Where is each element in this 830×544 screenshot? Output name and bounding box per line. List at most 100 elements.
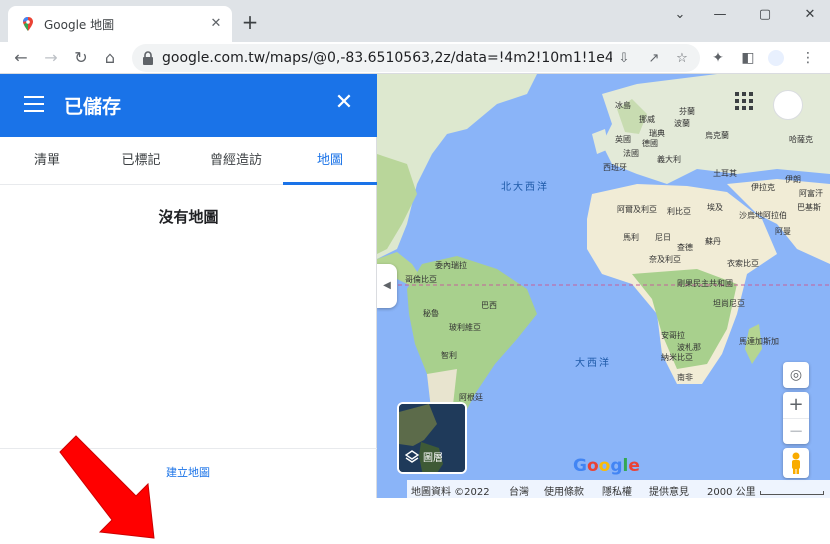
ocean-label-atlantic: 大西洋 — [575, 358, 611, 369]
menu-kebab-icon[interactable]: ⋮ — [800, 50, 816, 66]
zoom-in-button[interactable]: + — [783, 392, 809, 418]
my-location-icon[interactable]: ◎ — [783, 362, 809, 388]
place-label[interactable]: 波札那 — [677, 342, 701, 353]
place-label[interactable]: 阿爾及利亞 — [617, 204, 657, 215]
place-label[interactable]: 阿曼 — [775, 226, 791, 237]
maximize-icon[interactable]: ▢ — [753, 6, 777, 24]
place-label[interactable]: 芬蘭 — [679, 106, 695, 117]
place-label[interactable]: 哥倫比亞 — [405, 274, 437, 285]
forward-arrow-icon[interactable]: → — [40, 47, 62, 69]
place-label[interactable]: 安哥拉 — [661, 330, 685, 341]
place-label[interactable]: 智利 — [441, 350, 457, 361]
zoom-out-button[interactable]: − — [783, 418, 809, 444]
reload-icon[interactable]: ↻ — [70, 47, 92, 69]
minimize-icon[interactable]: — — [708, 6, 732, 24]
place-label[interactable]: 西班牙 — [603, 162, 627, 173]
back-arrow-icon[interactable]: ← — [10, 47, 32, 69]
place-label[interactable]: 巴基斯 — [797, 202, 821, 213]
tab-visited[interactable]: 曾經造訪 — [189, 137, 283, 185]
place-label[interactable]: 蘇丹 — [705, 236, 721, 247]
place-label[interactable]: 衣索比亞 — [727, 258, 759, 269]
terms-link[interactable]: 使用條款 — [544, 483, 584, 498]
tab-lists[interactable]: 清單 — [0, 137, 94, 185]
map-attribution-bar: 地圖資料 ©2022 台灣 使用條款 隱私權 提供意見 2000 公里 — [407, 480, 830, 498]
place-label[interactable]: 法國 — [623, 148, 639, 159]
collapse-panel-button[interactable]: ◀ — [377, 264, 397, 308]
layers-label: 圖層 — [423, 453, 443, 464]
tab-maps[interactable]: 地圖 — [283, 137, 377, 185]
window-close-icon[interactable]: ✕ — [798, 6, 822, 24]
create-map-link[interactable]: 建立地圖 — [166, 464, 210, 480]
scale-bar — [760, 491, 824, 495]
place-label[interactable]: 馬達加斯加 — [739, 336, 779, 347]
share-icon[interactable]: ↗ — [646, 51, 662, 67]
zoom-controls: + − — [783, 392, 809, 444]
place-label[interactable]: 納米比亞 — [661, 352, 693, 363]
place-label[interactable]: 冰島 — [615, 100, 631, 111]
layers-icon — [405, 450, 419, 463]
place-label[interactable]: 土耳其 — [713, 168, 737, 179]
bookmark-star-icon[interactable]: ☆ — [674, 51, 690, 67]
place-label[interactable]: 奈及利亞 — [649, 254, 681, 265]
url-text: google.com.tw/maps/@0,-83.6510563,2z/dat… — [162, 50, 612, 66]
empty-state-title: 沒有地圖 — [158, 208, 219, 226]
privacy-link[interactable]: 隱私權 — [602, 483, 632, 498]
google-logo-letter: G — [573, 456, 587, 476]
place-label[interactable]: 南非 — [677, 372, 693, 383]
browser-toolbar: ← → ↻ ⌂ google.com.tw/maps/@0,-83.651056… — [0, 42, 830, 74]
place-label[interactable]: 義大利 — [657, 154, 681, 165]
place-label[interactable]: 英國 — [615, 134, 631, 145]
place-label[interactable]: 巴西 — [481, 300, 497, 311]
place-label[interactable]: 沙烏地阿拉伯 — [739, 210, 787, 221]
place-label[interactable]: 尼日 — [655, 232, 671, 243]
place-label[interactable]: 委內瑞拉 — [435, 260, 467, 271]
ocean-label-north-atlantic: 北大西洋 — [501, 182, 549, 193]
account-avatar[interactable] — [773, 90, 803, 120]
tab-close-icon[interactable]: ✕ — [208, 16, 224, 32]
google-apps-grid-icon[interactable] — [735, 92, 753, 110]
place-label[interactable]: 利比亞 — [667, 206, 691, 217]
address-bar[interactable]: google.com.tw/maps/@0,-83.6510563,2z/dat… — [132, 44, 700, 72]
tab-labeled[interactable]: 已標記 — [94, 137, 188, 185]
layers-toggle-button[interactable]: 圖層 — [397, 402, 467, 474]
red-arrow-annotation-icon — [59, 435, 155, 539]
map-data-copyright[interactable]: 地圖資料 ©2022 — [411, 483, 490, 498]
place-label[interactable]: 玻利維亞 — [449, 322, 481, 333]
street-view-pegman-icon[interactable] — [783, 448, 809, 478]
place-label[interactable]: 德國 — [642, 138, 658, 149]
browser-tab[interactable]: Google 地圖 ✕ — [8, 6, 232, 42]
region-link[interactable]: 台灣 — [509, 483, 529, 498]
tab-search-icon[interactable]: ⌄ — [668, 6, 692, 24]
place-label[interactable]: 阿富汗 — [799, 188, 823, 199]
install-app-icon[interactable]: ⇩ — [616, 51, 632, 67]
place-label[interactable]: 伊朗 — [785, 174, 801, 185]
place-label[interactable]: 坦尚尼亞 — [713, 298, 745, 309]
place-label[interactable]: 秘魯 — [423, 308, 439, 319]
map-canvas[interactable]: 北大西洋 大西洋 冰島 挪威 瑞典 芬蘭 波蘭 烏克蘭 哈薩克 英國 德國 法國… — [377, 74, 830, 498]
place-label[interactable]: 挪威 — [639, 114, 655, 125]
place-label[interactable]: 查德 — [677, 242, 693, 253]
profile-avatar-icon[interactable] — [768, 50, 784, 66]
place-label[interactable]: 伊拉克 — [751, 182, 775, 193]
place-label[interactable]: 馬利 — [623, 232, 639, 243]
hamburger-menu-icon[interactable] — [24, 96, 44, 112]
place-label[interactable]: 波蘭 — [674, 118, 690, 129]
side-panel-icon[interactable]: ◧ — [740, 50, 756, 66]
google-logo-letter: g — [610, 456, 623, 476]
saved-panel: 已儲存 ✕ 清單 已標記 曾經造訪 地圖 沒有地圖 建立地圖 — [0, 74, 377, 539]
extensions-puzzle-icon[interactable]: ✦ — [710, 50, 726, 66]
place-label[interactable]: 烏克蘭 — [705, 130, 729, 141]
new-tab-button[interactable]: + — [240, 12, 260, 32]
panel-header: 已儲存 ✕ — [0, 74, 377, 137]
panel-title: 已儲存 — [64, 96, 122, 118]
home-icon[interactable]: ⌂ — [99, 47, 121, 69]
feedback-link[interactable]: 提供意見 — [649, 483, 689, 498]
google-logo-letter: o — [586, 456, 599, 476]
scale-label[interactable]: 2000 公里 — [707, 483, 756, 498]
place-label[interactable]: 哈薩克 — [789, 134, 813, 145]
tab-title: Google 地圖 — [44, 17, 115, 32]
google-logo-letter: o — [598, 456, 611, 476]
place-label[interactable]: 剛果民主共和國 — [677, 278, 733, 289]
panel-close-icon[interactable]: ✕ — [333, 92, 355, 114]
place-label[interactable]: 埃及 — [707, 202, 723, 213]
